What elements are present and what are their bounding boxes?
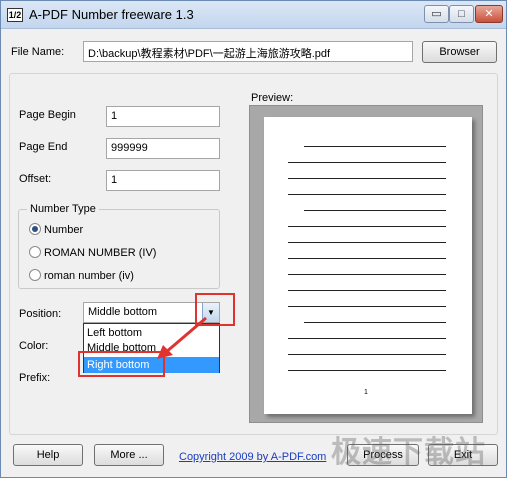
page-end-input[interactable]: 999999 [106, 138, 220, 159]
file-name-label: File Name: [11, 46, 65, 58]
prefix-label: Prefix: [19, 372, 51, 384]
offset-label: Offset: [19, 173, 52, 185]
maximize-button[interactable]: □ [449, 5, 474, 23]
preview-label: Preview: [251, 92, 294, 104]
text-line [288, 306, 446, 307]
app-icon: 1/2 [7, 8, 23, 22]
annotation-arrow-icon [157, 316, 207, 359]
window-title: A-PDF Number freeware 1.3 [29, 7, 194, 22]
text-line [288, 242, 446, 243]
position-selected-value: Middle bottom [88, 306, 158, 318]
radio-unchecked-icon[interactable] [29, 246, 41, 258]
radio-roman-lower-label: roman number (iv) [44, 270, 134, 282]
text-line [288, 226, 446, 227]
copyright-link[interactable]: Copyright 2009 by A-PDF.com [179, 451, 326, 463]
position-label: Position: [19, 308, 62, 320]
text-line [288, 370, 446, 371]
text-line [288, 258, 446, 259]
title-bar: 1/2 A-PDF Number freeware 1.3 ▭ □ ✕ [1, 1, 506, 29]
text-line [304, 322, 446, 323]
text-line [304, 210, 446, 211]
browse-button[interactable]: Browser [422, 41, 497, 63]
text-line [288, 290, 446, 291]
close-button[interactable]: ✕ [475, 5, 503, 23]
more-button[interactable]: More ... [94, 444, 164, 466]
text-line [288, 194, 446, 195]
number-type-title: Number Type [27, 203, 99, 215]
text-line [304, 146, 446, 147]
page-begin-label: Page Begin [19, 109, 76, 121]
preview-page: 1 [264, 117, 472, 414]
radio-roman-lower[interactable]: roman number (iv) [29, 269, 134, 282]
radio-number[interactable]: Number [29, 223, 83, 236]
file-name-field[interactable]: D:\backup\教程素材\PDF\一起游上海旅游攻略.pdf [83, 41, 413, 62]
preview-area: 1 [249, 105, 483, 423]
radio-number-label: Number [44, 224, 84, 236]
radio-roman-upper-label: ROMAN NUMBER (IV) [44, 247, 157, 259]
text-line [288, 338, 446, 339]
text-line [288, 178, 446, 179]
offset-input[interactable]: 1 [106, 170, 220, 191]
preview-page-number: 1 [364, 389, 368, 396]
page-end-label: Page End [19, 141, 68, 153]
help-button[interactable]: Help [13, 444, 83, 466]
minimize-button[interactable]: ▭ [424, 5, 449, 23]
text-line [288, 274, 446, 275]
app-window: 1/2 A-PDF Number freeware 1.3 ▭ □ ✕ File… [0, 0, 507, 478]
text-line [288, 354, 446, 355]
color-label: Color: [19, 340, 49, 352]
radio-unchecked-icon[interactable] [29, 269, 41, 281]
page-begin-input[interactable]: 1 [106, 106, 220, 127]
watermark-text: 极速下载站 [331, 436, 486, 469]
radio-checked-icon[interactable] [29, 223, 41, 235]
text-line [288, 162, 446, 163]
radio-roman-upper[interactable]: ROMAN NUMBER (IV) [29, 246, 156, 259]
